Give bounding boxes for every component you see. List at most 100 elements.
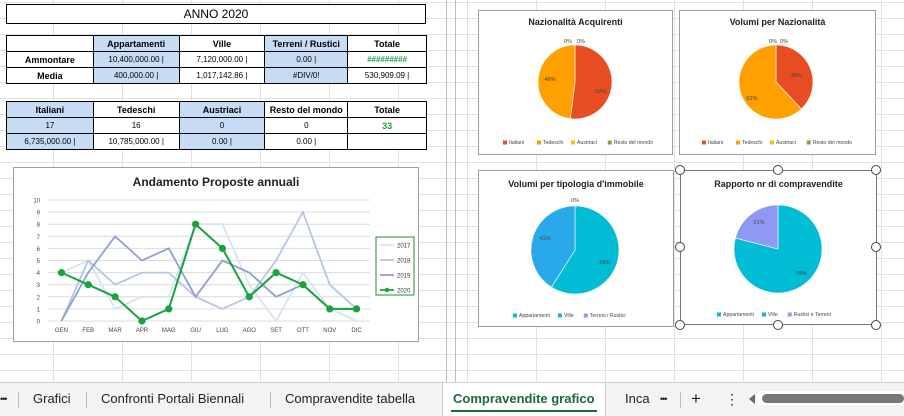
resize-handle-top-right[interactable] xyxy=(871,165,881,175)
table-header-cell[interactable]: Totale xyxy=(347,35,427,52)
resize-handle-bottom-left[interactable] xyxy=(675,320,685,330)
pie-data-label: 41% xyxy=(539,236,550,242)
summary-table[interactable]: Appartamenti Ville Terreni / Rustici Tot… xyxy=(6,35,427,84)
legend-label: Tedeschi xyxy=(543,140,563,146)
tab-compravendite-grafico[interactable]: Compravendite grafico xyxy=(442,383,606,416)
table-cell[interactable]: 10,785,000.00 | xyxy=(92,133,180,150)
table-cell[interactable]: 10,400,000.00 | xyxy=(92,51,180,68)
x-tick-label: DIC xyxy=(351,328,362,334)
table-row: 6,735,000.00 | 10,785,000.00 | 0.00 | 0.… xyxy=(6,133,427,150)
table-cell[interactable]: 17 xyxy=(6,117,94,134)
table-cell[interactable]: 0.00 | xyxy=(264,133,349,150)
data-point-2020 xyxy=(245,293,253,301)
pie-data-label: 0% xyxy=(571,198,579,204)
resize-handle-right[interactable] xyxy=(871,242,881,252)
nationality-table[interactable]: Italiani Tedeschi Austriaci Resto del mo… xyxy=(6,101,427,150)
scroll-left-icon[interactable] xyxy=(749,394,755,404)
sheet-menu-icon[interactable]: ⋮ xyxy=(725,383,739,416)
more-sheets-right-icon[interactable]: ••• xyxy=(660,383,668,416)
resize-handle-top-left[interactable] xyxy=(675,165,685,175)
table-header-cell[interactable]: Italiani xyxy=(6,101,94,118)
legend-label: Italiani xyxy=(509,140,524,146)
y-tick-label: 5 xyxy=(37,259,41,265)
legend-marker xyxy=(384,287,390,293)
table-header-cell[interactable]: Resto del mondo xyxy=(264,101,349,118)
data-point-2020 xyxy=(111,293,119,301)
table-cell[interactable]: 6,735,000.00 | xyxy=(6,133,94,150)
pie-chart-nazionalita-acquirenti[interactable]: Nazionalità Acquirenti 52% 48% 0% 0% Italian… xyxy=(478,10,673,155)
table-cell[interactable]: 0 xyxy=(178,117,266,134)
legend-label: 2018 xyxy=(397,258,411,264)
legend-label: Ville xyxy=(564,313,574,319)
legend-swatch xyxy=(787,312,792,317)
pie-data-label: 0% xyxy=(564,39,572,45)
pie-data-label: 59% xyxy=(599,260,610,266)
legend-swatch xyxy=(503,140,507,145)
line-chart[interactable]: Andamento Proposte annuali 0 1 2 3 4 5 6 7 8 9 10 G… xyxy=(13,167,419,342)
table-cell[interactable]: 0.00 | xyxy=(178,133,266,150)
x-tick-label: GEN xyxy=(55,328,68,334)
tab-grafici[interactable]: Grafici xyxy=(33,383,71,416)
tab-compravendite-tabella[interactable]: Compravendite tabella xyxy=(285,383,415,416)
legend-swatch xyxy=(558,313,562,318)
pane-splitter-right[interactable] xyxy=(455,0,456,382)
horizontal-scroll-thumb[interactable] xyxy=(762,394,904,403)
legend-swatch xyxy=(806,140,811,145)
pie-data-label: 48% xyxy=(544,77,555,83)
y-tick-label: 9 xyxy=(37,211,41,217)
legend-swatch xyxy=(702,140,706,145)
resize-handle-left[interactable] xyxy=(675,242,685,252)
table-header-cell[interactable] xyxy=(6,35,94,52)
legend-label: Ville xyxy=(768,312,778,318)
tab-inca[interactable]: Inca xyxy=(625,383,650,416)
pie-data-label: 62% xyxy=(746,96,757,102)
resize-handle-bottom[interactable] xyxy=(773,320,783,330)
series-line-2018 xyxy=(60,209,358,322)
y-tick-label: 8 xyxy=(37,223,41,229)
pane-splitter-left[interactable] xyxy=(446,0,447,382)
table-header-cell[interactable]: Terreni / Rustici xyxy=(264,35,349,52)
table-cell[interactable]: 1,017,142.86 | xyxy=(178,67,266,84)
pie-chart-tipologia-immobile[interactable]: Volumi per tipologia d'immobile 59% 41% 0%… xyxy=(478,170,674,327)
pie-chart-rapporto-compravendite[interactable]: Rapporto nr di compravendite 79% 21% Appar… xyxy=(680,170,877,325)
table-cell[interactable]: ######### xyxy=(347,51,427,68)
table-header-cell[interactable]: Appartamenti xyxy=(92,35,180,52)
data-point-2020 xyxy=(299,281,307,289)
table-cell[interactable]: #DIV/0! xyxy=(264,67,349,84)
legend-swatch xyxy=(571,140,575,145)
data-point-2020 xyxy=(138,317,146,325)
table-cell[interactable]: 530,909.09 | xyxy=(347,67,427,84)
resize-handle-bottom-right[interactable] xyxy=(871,320,881,330)
x-tick-label: FEB xyxy=(82,328,94,334)
year-title[interactable]: ANNO 2020 xyxy=(6,4,426,24)
table-cell[interactable]: 7,120,000.00 | xyxy=(178,51,266,68)
pie-chart-volumi-nazionalita[interactable]: Volumi per Nazionalità 38% 62% 0% 0% Italian… xyxy=(679,10,876,155)
table-cell[interactable]: 0.00 | xyxy=(264,51,349,68)
data-point-2020 xyxy=(272,269,280,277)
table-header-cell[interactable]: Totale xyxy=(347,101,427,118)
legend-label: 2019 xyxy=(397,273,411,279)
add-sheet-icon[interactable]: + xyxy=(691,383,701,416)
table-header-cell[interactable]: Tedeschi xyxy=(92,101,180,118)
row-label[interactable]: Ammontare xyxy=(6,51,94,68)
more-sheets-left-icon[interactable]: ••• xyxy=(0,383,14,416)
table-cell[interactable]: 33 xyxy=(347,117,427,134)
x-tick-label: MAG xyxy=(162,328,176,334)
chart-legend: 2017 2018 2019 2020 xyxy=(375,236,415,296)
tab-separator xyxy=(680,392,681,408)
table-header-cell[interactable]: Ville xyxy=(178,35,266,52)
table-cell[interactable]: 16 xyxy=(92,117,180,134)
table-cell[interactable]: 400,000.00 | xyxy=(92,67,180,84)
pie-data-label: 38% xyxy=(790,73,801,79)
row-label[interactable]: Media xyxy=(6,67,94,84)
data-point-2020 xyxy=(352,305,361,313)
tab-confronti-portali-biennali[interactable]: Confronti Portali Biennali xyxy=(101,383,244,416)
legend-label: Austriaci xyxy=(577,140,597,146)
x-tick-label: MAR xyxy=(108,328,122,334)
table-cell[interactable] xyxy=(347,133,427,150)
table-cell[interactable]: 0 xyxy=(264,117,349,134)
resize-handle-top[interactable] xyxy=(773,165,783,175)
table-header-cell[interactable]: Austriaci xyxy=(178,101,266,118)
legend-label: Resto del mondo xyxy=(614,140,653,146)
legend-label: Resto del mondo xyxy=(813,140,852,146)
